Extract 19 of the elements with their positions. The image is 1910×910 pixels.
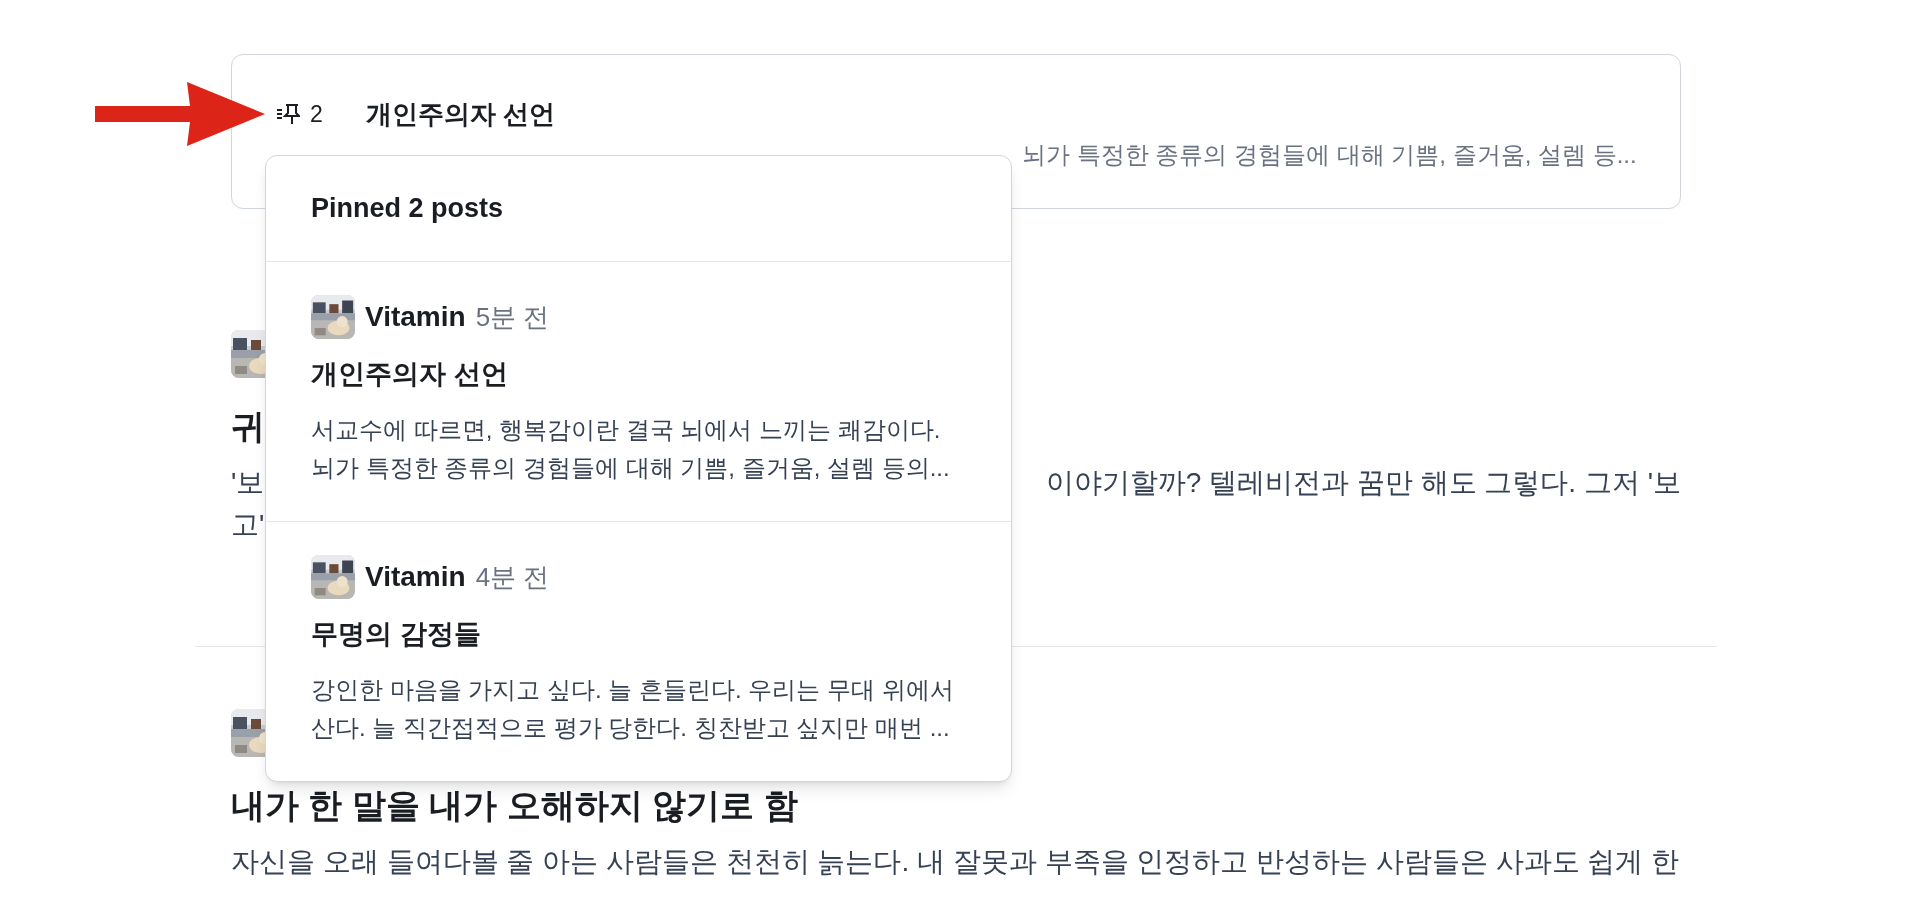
author-name: Vitamin xyxy=(365,300,466,334)
post-excerpt: 강인한 마음을 가지고 싶다. 늘 흔들린다. 우리는 무대 위에서 산다. 늘 직간접적으로 평가 당한다. 칭찬받고 싶지만 매번 ... xyxy=(311,675,955,743)
post-title[interactable]: 내가 한 말을 내가 오해하지 않기로 함 xyxy=(231,783,1681,827)
post-excerpt: 서교수에 따르면, 행복감이란 결국 뇌에서 느끼는 쾌감이다. 뇌가 특정한 종류의 경험들에 대해 기쁨, 즐거움, 설렘 등의... xyxy=(311,415,951,483)
post-excerpt: 고' xyxy=(231,508,265,542)
post-time: 4분 전 xyxy=(475,560,550,594)
pinned-post-item[interactable]: Vitamin 5분 전 개인주의자 선언 서교수에 따르면, 행복감이란 결국 뇌에서 느끼는 쾌감이다. 뇌가 특정한 종류의 경험들에 대해 기쁨, 즐거움, 설렘 등의... xyxy=(266,262,1011,521)
post-excerpt: 이야기할까? 텔레비전과 꿈만 해도 그렇다. 그저 '보 xyxy=(1045,466,1681,500)
post-time: 5분 전 xyxy=(475,300,550,334)
post-title: 개인주의자 선언 xyxy=(311,358,509,391)
post-excerpt: 자신을 오래 들여다볼 줄 아는 사람들은 천천히 늙는다. 내 잘못과 부족을 인정하고 반성하는 사람들은 사과도 쉽게 한 xyxy=(231,845,1680,879)
post-excerpt: '보 xyxy=(231,466,265,500)
author-name: Vitamin xyxy=(365,560,466,594)
pin-icon xyxy=(276,103,300,125)
pinned-post-item[interactable]: Vitamin 4분 전 무명의 감정들 강인한 마음을 가지고 싶다. 늘 흔들린다. 우리는 무대 위에서 산다. 늘 직간접적으로 평가 당한다. 칭찬받고 싶지만 매번 ... xyxy=(266,521,1011,781)
pinned-excerpt: 뇌가 특정한 종류의 경험들에 대해 기쁨, 즐거움, 설렘 등... xyxy=(1022,140,1637,170)
post-title: 무명의 감정들 xyxy=(311,618,482,651)
pinned-count: 2 xyxy=(310,99,323,129)
pinned-title: 개인주의자 선언 xyxy=(366,98,557,131)
